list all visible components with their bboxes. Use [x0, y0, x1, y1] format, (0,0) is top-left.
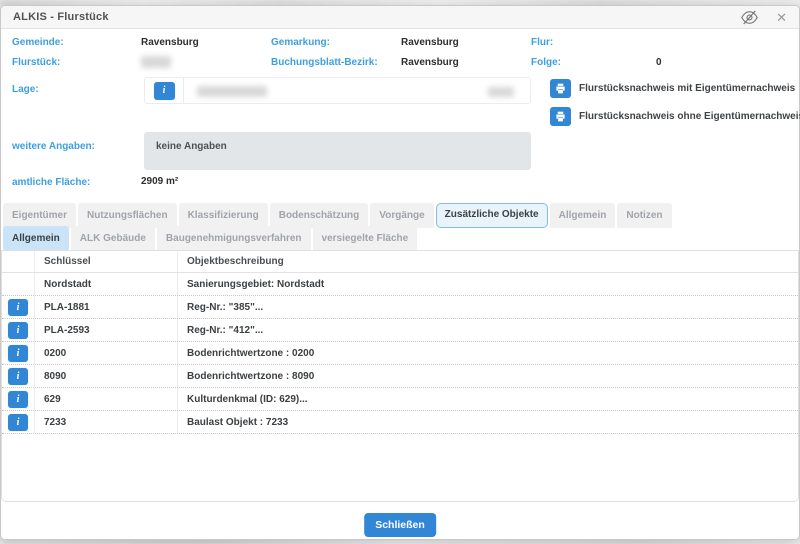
table-row: i 7233 Baulast Objekt : 7233	[2, 411, 798, 434]
close-icon[interactable]: ✕	[776, 10, 787, 26]
row-key: 7233	[35, 411, 178, 433]
row-description: Reg-Nr.: "385"...	[187, 301, 264, 313]
eye-slash-icon[interactable]	[740, 9, 759, 31]
info-icon[interactable]: i	[8, 344, 28, 362]
row-description: Bodenrichtwertzone : 0200	[187, 347, 315, 359]
row-description: Bodenrichtwertzone : 8090	[187, 370, 315, 382]
info-icon[interactable]: i	[8, 413, 28, 431]
tab-bodenschaetzung[interactable]: Bodenschätzung	[269, 203, 369, 228]
subtab-allgemein[interactable]: Allgemein	[3, 226, 69, 251]
row-key: 8090	[35, 365, 178, 387]
lage-list-item[interactable]: i	[144, 77, 531, 104]
amtliche-flaeche-label: amtliche Fläche:	[12, 177, 91, 188]
info-icon[interactable]: i	[8, 367, 28, 385]
schliessen-button[interactable]: Schließen	[364, 513, 436, 537]
table-row: Nordstadt Sanierungsgebiet: Nordstadt	[2, 273, 798, 296]
table-header-icon-col	[2, 251, 35, 272]
flurstueck-value-redacted	[141, 56, 171, 68]
folge-label: Folge:	[531, 57, 561, 68]
gemarkung-value: Ravensburg	[401, 37, 459, 48]
lage-address-redacted	[197, 86, 267, 97]
row-key: Nordstadt	[35, 273, 178, 295]
print-flurstuecksnachweis-mit-button[interactable]: Flurstücksnachweis mit Eigentümernachwei…	[550, 78, 795, 98]
flur-label: Flur:	[531, 37, 554, 48]
gemarkung-label: Gemarkung:	[271, 37, 330, 48]
table-header-objektbeschreibung: Objektbeschreibung	[187, 256, 284, 267]
subtab-alk-gebaeude[interactable]: ALK Gebäude	[70, 226, 155, 251]
row-description: Sanierungsgebiet: Nordstadt	[187, 278, 325, 290]
row-key: 0200	[35, 342, 178, 364]
main-tab-bar: Eigentümer Nutzungsflächen Klassifizieru…	[3, 203, 672, 228]
row-description: Reg-Nr.: "412"...	[187, 324, 264, 336]
info-icon[interactable]: i	[8, 390, 28, 408]
table-row: i PLA-2593 Reg-Nr.: "412"...	[2, 319, 798, 342]
folge-value: 0	[656, 57, 662, 68]
table-header-schluessel: Schlüssel	[35, 251, 178, 272]
buchungsblatt-bezirk-value: Ravensburg	[401, 57, 459, 68]
row-key: 629	[35, 388, 178, 410]
tab-vorgaenge[interactable]: Vorgänge	[370, 203, 434, 228]
tab-eigentuemer[interactable]: Eigentümer	[3, 203, 77, 228]
flurstueck-label: Flurstück:	[12, 57, 61, 68]
alkis-flurstueck-dialog: ALKIS - Flurstück ✕ Gemeinde: Ravensburg…	[0, 5, 800, 540]
tab-klassifizierung[interactable]: Klassifizierung	[178, 203, 268, 228]
tab-nutzungsflaechen[interactable]: Nutzungsflächen	[78, 203, 177, 228]
info-icon[interactable]: i	[8, 298, 28, 316]
tab-content-panel: Schlüssel Objektbeschreibung Nordstadt S…	[1, 250, 799, 502]
row-key: PLA-2593	[35, 319, 178, 341]
gemeinde-value: Ravensburg	[141, 37, 199, 48]
print-flurstuecksnachweis-ohne-button[interactable]: Flurstücksnachweis ohne Eigentümernachwe…	[550, 106, 800, 126]
table-header: Schlüssel Objektbeschreibung	[2, 251, 798, 273]
weitere-angaben-box: keine Angaben	[144, 132, 531, 170]
buchungsblatt-bezirk-label: Buchungsblatt-Bezirk:	[271, 57, 378, 68]
subtab-baugenehmigungsverfahren[interactable]: Baugenehmigungsverfahren	[156, 226, 311, 251]
amtliche-flaeche-value: 2909 m²	[141, 176, 179, 187]
table-row: i 0200 Bodenrichtwertzone : 0200	[2, 342, 798, 365]
tab-zusaetzliche-objekte[interactable]: Zusätzliche Objekte	[435, 203, 548, 228]
table-row: i 8090 Bodenrichtwertzone : 8090	[2, 365, 798, 388]
info-icon[interactable]: i	[153, 81, 175, 100]
sub-tab-bar: Allgemein ALK Gebäude Baugenehmigungsver…	[3, 226, 418, 251]
row-key: PLA-1881	[35, 296, 178, 318]
weitere-angaben-label: weitere Angaben:	[12, 141, 95, 152]
tab-notizen[interactable]: Notizen	[617, 203, 672, 228]
print-mit-label: Flurstücksnachweis mit Eigentümernachwei…	[579, 82, 796, 94]
printer-icon	[550, 106, 571, 126]
lage-label: Lage:	[12, 84, 39, 95]
weitere-angaben-value: keine Angaben	[156, 141, 227, 152]
table-row: i PLA-1881 Reg-Nr.: "385"...	[2, 296, 798, 319]
print-ohne-label: Flurstücksnachweis ohne Eigentümernachwe…	[579, 110, 800, 122]
dialog-titlebar: ALKIS - Flurstück ✕	[1, 6, 799, 29]
info-icon[interactable]: i	[8, 321, 28, 339]
dialog-title: ALKIS - Flurstück	[13, 11, 109, 23]
row-description: Baulast Objekt : 7233	[187, 416, 289, 428]
tab-allgemein[interactable]: Allgemein	[549, 203, 616, 228]
lage-info-cell: i	[145, 78, 184, 103]
printer-icon	[550, 78, 571, 98]
gemeinde-label: Gemeinde:	[12, 37, 64, 48]
row-description: Kulturdenkmal (ID: 629)...	[187, 393, 308, 405]
lage-housenumber-redacted	[488, 87, 514, 97]
subtab-versiegelte-flaeche[interactable]: versiegelte Fläche	[312, 226, 418, 251]
table-row: i 629 Kulturdenkmal (ID: 629)...	[2, 388, 798, 411]
